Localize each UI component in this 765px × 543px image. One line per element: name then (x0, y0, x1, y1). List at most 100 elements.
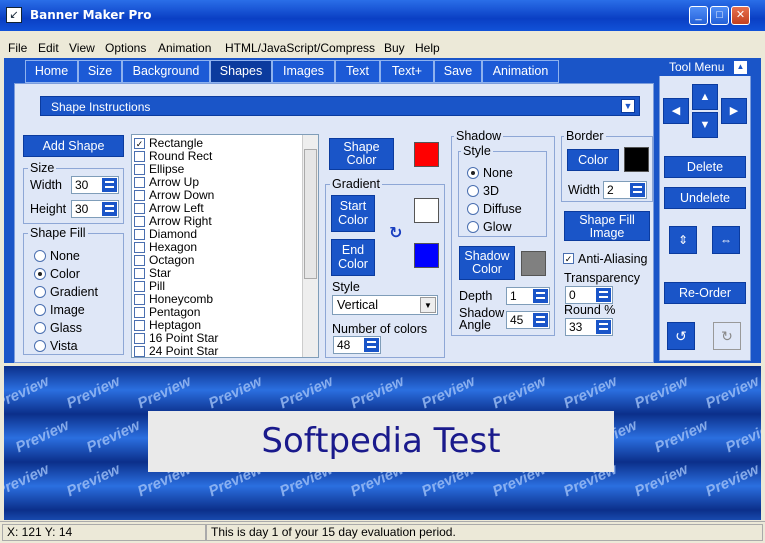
minimize-button[interactable]: _ (689, 6, 708, 25)
shadow-depth-spinner[interactable]: 1 (506, 287, 550, 305)
spinner-arrows-icon[interactable] (102, 202, 117, 216)
shadow-color-swatch[interactable] (521, 251, 546, 276)
fill-vista-radio[interactable] (34, 340, 46, 352)
shape-fill-image-button[interactable]: Shape Fill Image (564, 211, 650, 241)
spinner-arrows-icon[interactable] (364, 338, 379, 352)
num-colors-spinner[interactable]: 48 (333, 336, 381, 354)
move-down-arrow-icon[interactable]: ▼ (692, 112, 718, 138)
fill-color-radio[interactable] (34, 268, 46, 280)
maximize-button[interactable]: □ (710, 6, 729, 25)
shape-checkbox[interactable] (134, 320, 145, 331)
anti-aliasing-checkbox[interactable]: ✓ (563, 253, 574, 264)
swap-colors-icon[interactable]: ↻ (389, 223, 402, 243)
tab-text-plus[interactable]: Text+ (380, 60, 434, 83)
spinner-arrows-icon[interactable] (630, 183, 645, 197)
shape-color-button[interactable]: Shape Color (329, 138, 394, 170)
fill-image-radio[interactable] (34, 304, 46, 316)
banner-text-box[interactable]: Softpedia Test (148, 411, 614, 472)
shape-list-item[interactable]: 24 Point Star (134, 345, 302, 357)
tab-shapes[interactable]: Shapes (210, 60, 272, 83)
fill-glass-radio[interactable] (34, 322, 46, 334)
fill-none-radio[interactable] (34, 250, 46, 262)
shape-checkbox[interactable] (134, 281, 145, 292)
shape-checkbox[interactable] (134, 203, 145, 214)
scrollbar-thumb[interactable] (304, 149, 317, 279)
chevron-down-icon[interactable]: ▼ (621, 99, 635, 113)
spinner-arrows-icon[interactable] (596, 320, 611, 334)
app-icon[interactable]: ↙ (6, 7, 22, 23)
preview-watermark: Preview (64, 460, 123, 501)
round-spinner[interactable]: 33 (565, 318, 613, 336)
tab-save[interactable]: Save (434, 60, 482, 83)
move-right-arrow-icon[interactable]: ▶ (721, 98, 747, 124)
spinner-arrows-icon[interactable] (533, 289, 548, 303)
shape-checkbox[interactable] (134, 164, 145, 175)
center-horizontal-icon[interactable]: ⇔ (712, 226, 740, 254)
size-height-spinner[interactable]: 30 (71, 200, 119, 218)
chevron-down-icon[interactable]: ▼ (420, 297, 436, 313)
border-width-spinner[interactable]: 2 (603, 181, 647, 199)
collapse-icon[interactable]: ▲ (734, 61, 747, 74)
tab-text[interactable]: Text (335, 60, 380, 83)
shadow-3d-radio[interactable] (467, 185, 479, 197)
shape-checkbox[interactable] (134, 242, 145, 253)
menu-help[interactable]: Help (415, 41, 440, 55)
tab-home[interactable]: Home (25, 60, 78, 83)
shape-checkbox[interactable] (134, 294, 145, 305)
menu-edit[interactable]: Edit (38, 41, 59, 55)
border-color-swatch[interactable] (624, 147, 649, 172)
size-width-spinner[interactable]: 30 (71, 176, 119, 194)
shape-checkbox[interactable] (134, 255, 145, 266)
shape-checkbox[interactable] (134, 346, 145, 357)
preview-watermark: Preview (277, 372, 336, 413)
center-vertical-icon[interactable]: ⇕ (669, 226, 697, 254)
add-shape-button[interactable]: Add Shape (23, 135, 124, 157)
shadow-diffuse-radio[interactable] (467, 203, 479, 215)
undo-icon[interactable]: ↺ (667, 322, 695, 350)
gradient-style-select[interactable]: Vertical ▼ (332, 295, 438, 315)
end-color-button[interactable]: End Color (331, 239, 375, 276)
start-color-swatch[interactable] (414, 198, 439, 223)
delete-button[interactable]: Delete (664, 156, 746, 178)
move-up-arrow-icon[interactable]: ▲ (692, 84, 718, 110)
shape-checkbox[interactable] (134, 268, 145, 279)
move-left-arrow-icon[interactable]: ◀ (663, 98, 689, 124)
shape-checkbox[interactable] (134, 177, 145, 188)
shadow-angle-spinner[interactable]: 45 (506, 311, 550, 329)
menu-view[interactable]: View (69, 41, 95, 55)
menu-options[interactable]: Options (105, 41, 146, 55)
spinner-arrows-icon[interactable] (102, 178, 117, 192)
shape-checkbox[interactable] (134, 151, 145, 162)
shape-instructions-dropdown[interactable]: Shape Instructions ▼ (40, 96, 640, 116)
shape-checkbox[interactable] (134, 190, 145, 201)
shape-checkbox[interactable] (134, 229, 145, 240)
tab-animation[interactable]: Animation (482, 60, 559, 83)
shape-checkbox[interactable] (134, 216, 145, 227)
tab-images[interactable]: Images (272, 60, 335, 83)
tab-background[interactable]: Background (122, 60, 210, 83)
spinner-arrows-icon[interactable] (596, 288, 611, 302)
menu-html-javascript-compress[interactable]: HTML/JavaScript/Compress (225, 41, 375, 55)
transparency-spinner[interactable]: 0 (565, 286, 613, 304)
menu-animation[interactable]: Animation (158, 41, 211, 55)
start-color-button[interactable]: Start Color (331, 195, 375, 232)
shape-checkbox[interactable] (134, 307, 145, 318)
close-button[interactable]: ✕ (731, 6, 750, 25)
shape-list-scrollbar[interactable] (302, 135, 318, 357)
tab-size[interactable]: Size (78, 60, 122, 83)
shape-color-swatch[interactable] (414, 142, 439, 167)
border-color-button[interactable]: Color (567, 149, 619, 171)
shadow-color-button[interactable]: Shadow Color (459, 246, 515, 280)
shape-checkbox[interactable]: ✓ (134, 138, 145, 149)
fill-gradient-radio[interactable] (34, 286, 46, 298)
shadow-glow-radio[interactable] (467, 221, 479, 233)
shadow-none-radio[interactable] (467, 167, 479, 179)
menu-file[interactable]: File (8, 41, 27, 55)
end-color-swatch[interactable] (414, 243, 439, 268)
menu-buy[interactable]: Buy (384, 41, 405, 55)
undelete-button[interactable]: Undelete (664, 187, 746, 209)
shape-checkbox[interactable] (134, 333, 145, 344)
spinner-arrows-icon[interactable] (533, 313, 548, 327)
reorder-button[interactable]: Re-Order (664, 282, 746, 304)
shape-list[interactable]: ✓ Rectangle Round Rect Ellipse Arrow Up Arrow… (131, 134, 319, 358)
